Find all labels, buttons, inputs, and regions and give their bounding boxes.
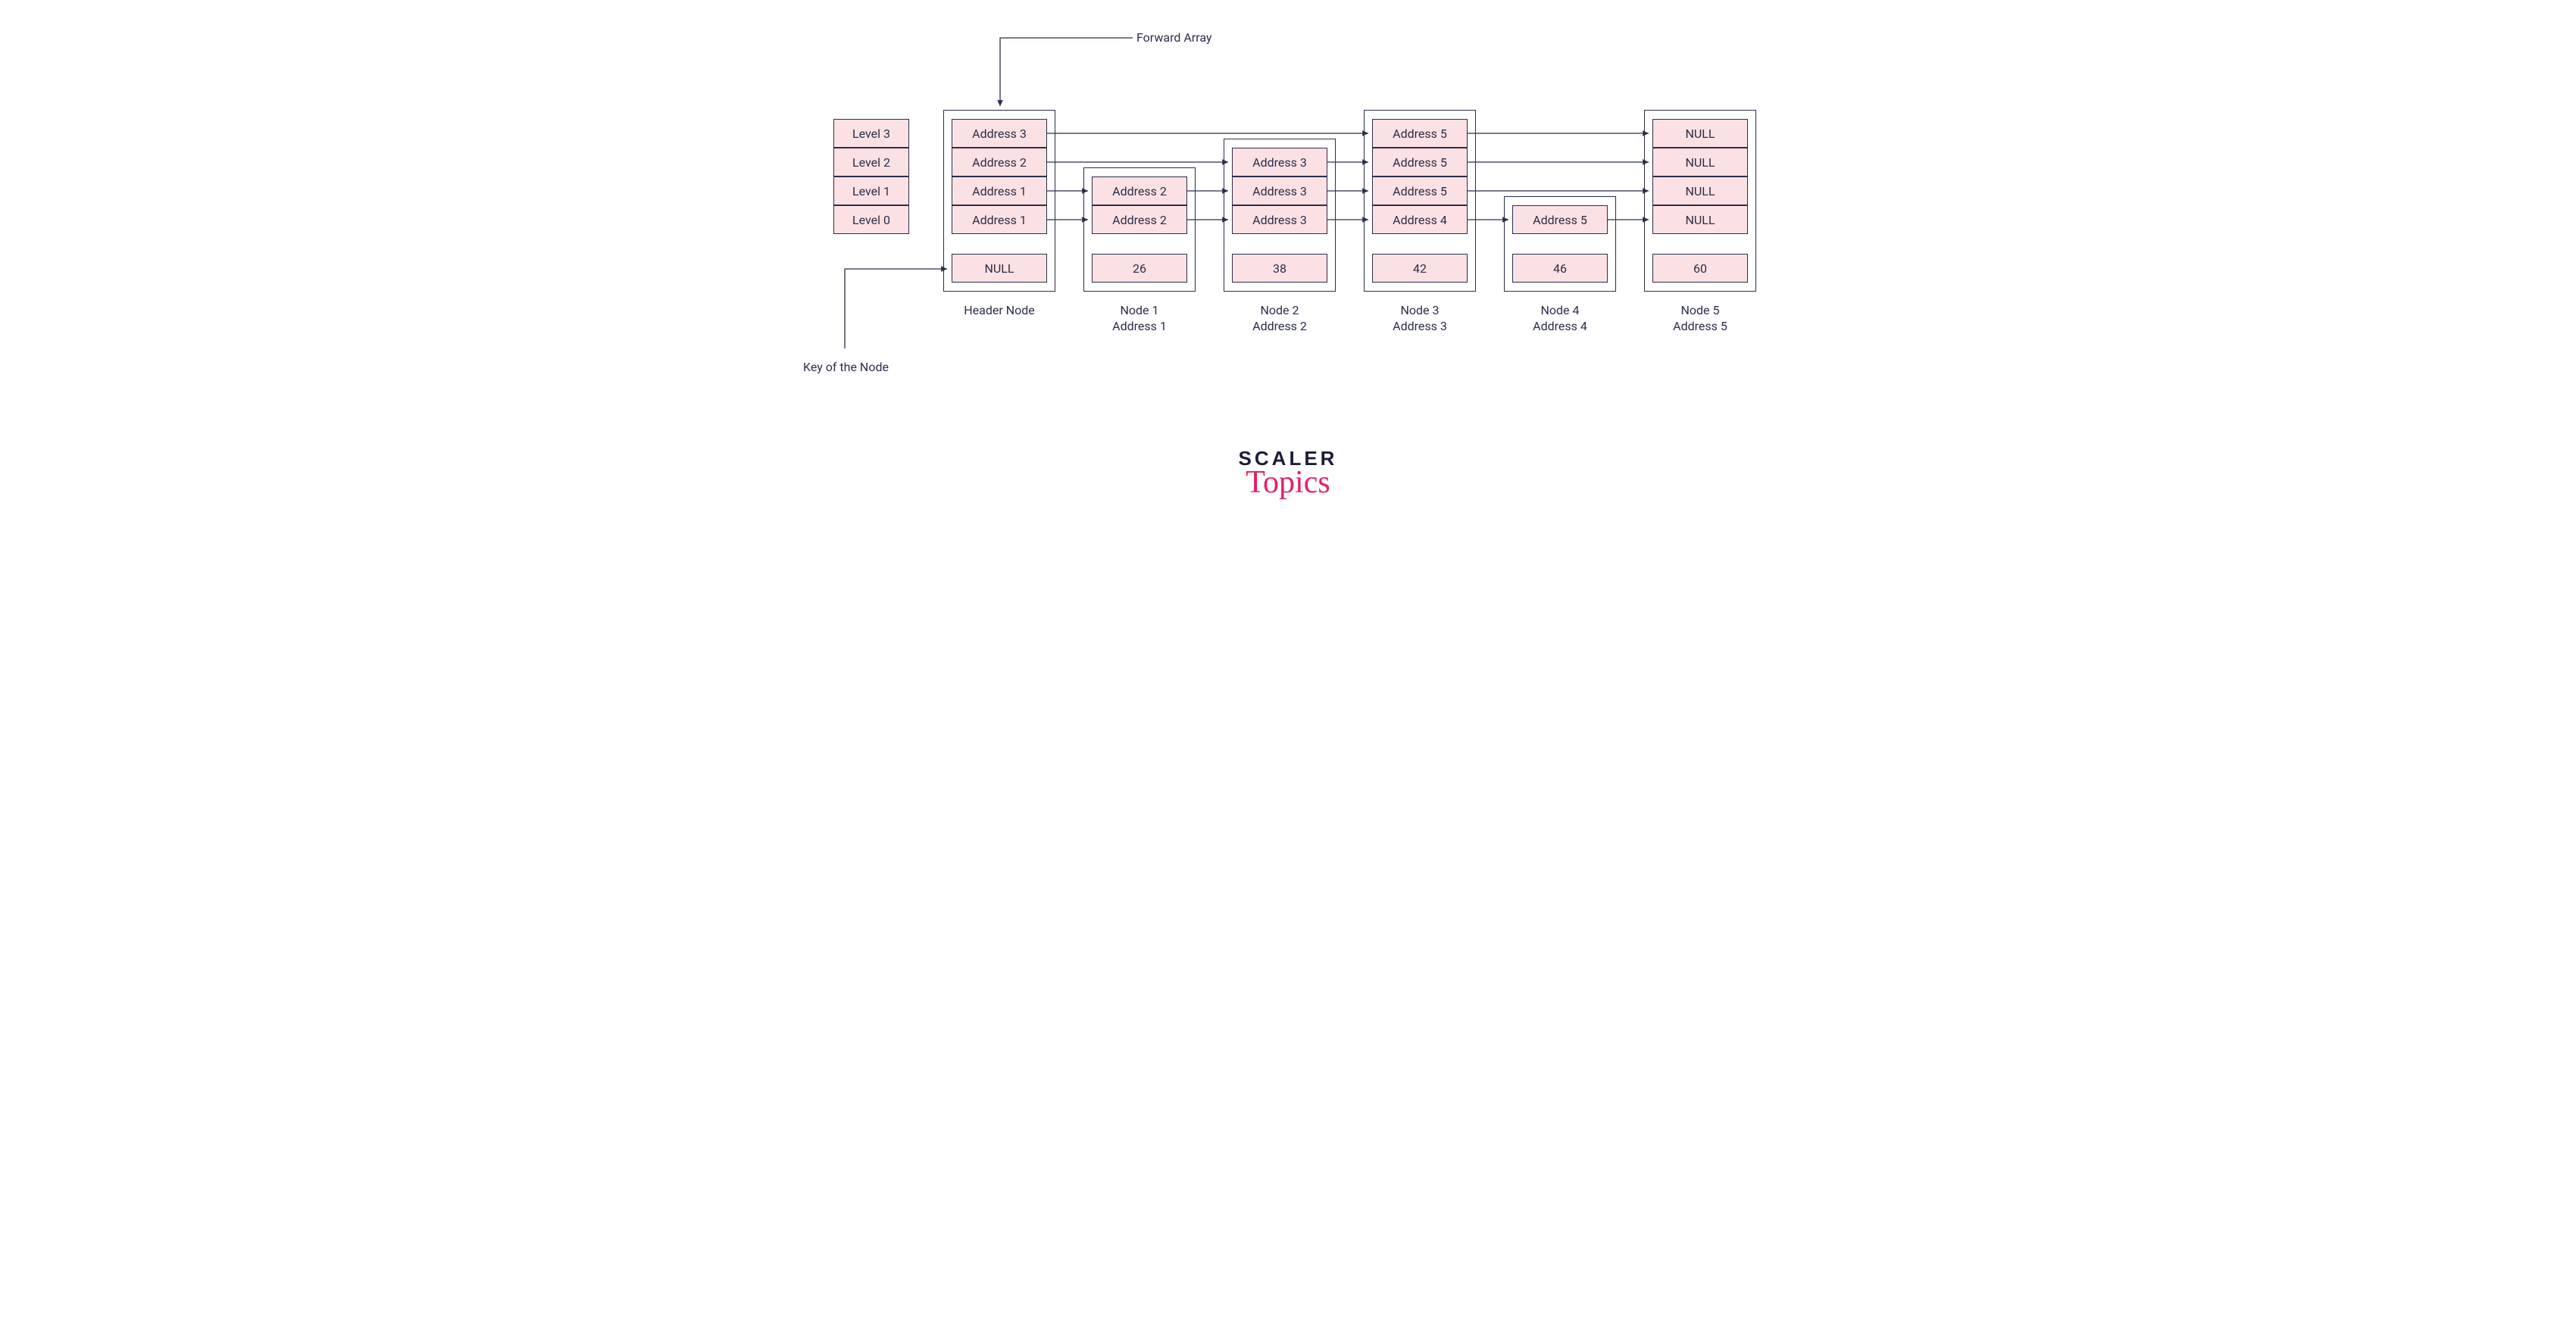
node-name-label: Node 1Address 1 <box>1083 303 1196 335</box>
node-forward-cell: Address 5 <box>1372 176 1468 205</box>
diagram-canvas: Forward Array Key of the Node Level 3 Le… <box>727 0 1849 574</box>
node-forward-cell: Address 3 <box>1232 148 1327 176</box>
level-cell: Level 1 <box>833 176 909 205</box>
node-forward-cell: Address 3 <box>1232 205 1327 234</box>
scaler-topics-logo: SCALER Topics <box>1239 447 1338 501</box>
node-key-cell: 38 <box>1232 254 1327 283</box>
node-name-label: Node 5Address 5 <box>1644 303 1756 335</box>
key-of-node-label: Key of the Node <box>803 360 889 376</box>
level-cell: Level 3 <box>833 119 909 148</box>
node-key-cell: 60 <box>1652 254 1748 283</box>
node-forward-cell: Address 5 <box>1512 205 1608 234</box>
node-name-label: Node 3Address 3 <box>1364 303 1476 335</box>
node-forward-cell: Address 4 <box>1372 205 1468 234</box>
node-forward-cell: Address 2 <box>1092 205 1187 234</box>
level-cell: Level 2 <box>833 148 909 176</box>
node-forward-cell: Address 5 <box>1372 119 1468 148</box>
node-name-label: Node 4Address 4 <box>1504 303 1616 335</box>
header-node-label: Header Node <box>943 303 1055 319</box>
header-forward-cell: Address 1 <box>952 176 1047 205</box>
node-forward-cell: Address 2 <box>1092 176 1187 205</box>
node-forward-cell: NULL <box>1652 205 1748 234</box>
node-key-cell: 42 <box>1372 254 1468 283</box>
level-cell: Level 0 <box>833 205 909 234</box>
node-forward-cell: NULL <box>1652 176 1748 205</box>
header-key-cell: NULL <box>952 254 1047 283</box>
header-forward-cell: Address 2 <box>952 148 1047 176</box>
node-name-label: Node 2Address 2 <box>1224 303 1336 335</box>
forward-array-label: Forward Array <box>1136 30 1211 46</box>
node-key-cell: 26 <box>1092 254 1187 283</box>
node-forward-cell: NULL <box>1652 148 1748 176</box>
header-forward-cell: Address 3 <box>952 119 1047 148</box>
node-forward-cell: Address 3 <box>1232 176 1327 205</box>
node-key-cell: 46 <box>1512 254 1608 283</box>
node-forward-cell: Address 5 <box>1372 148 1468 176</box>
header-forward-cell: Address 1 <box>952 205 1047 234</box>
node-forward-cell: NULL <box>1652 119 1748 148</box>
logo-line2: Topics <box>1239 464 1338 501</box>
